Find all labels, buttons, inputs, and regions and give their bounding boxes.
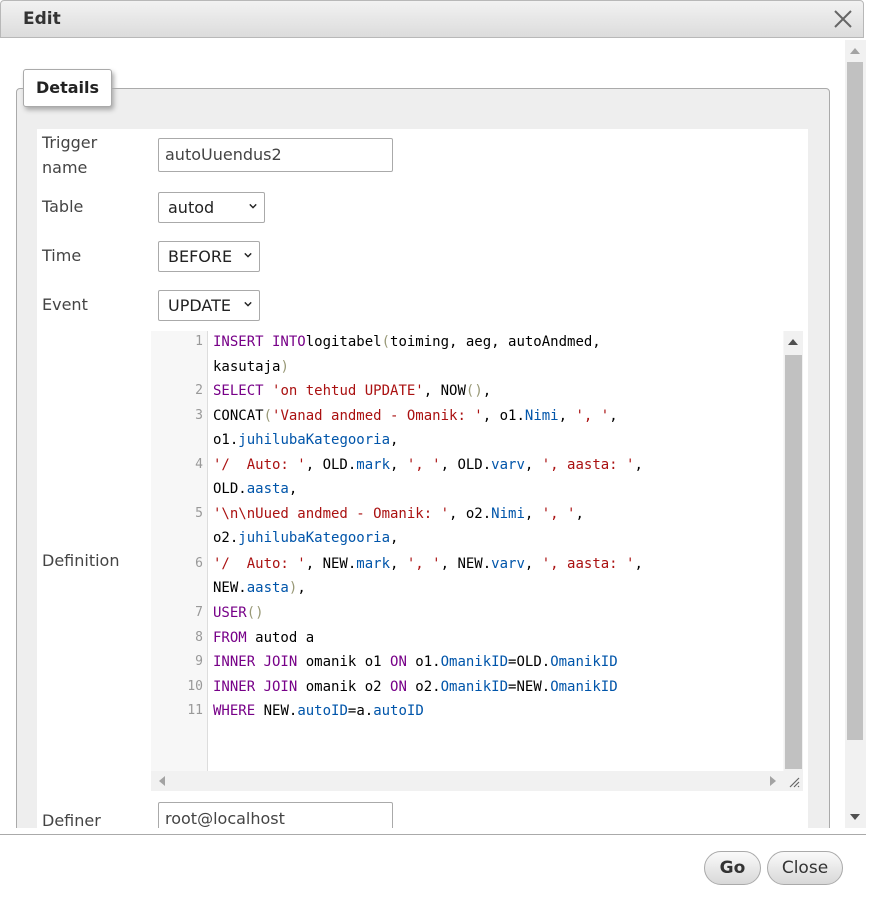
trigger-name-label: Trigger name (42, 130, 97, 180)
close-button[interactable]: Close (767, 851, 843, 885)
editor-vscroll-thumb[interactable] (785, 355, 802, 769)
line-number: 3 (195, 408, 203, 423)
table-select-value: autod (168, 198, 215, 217)
code-line: '\n\nUued andmed - Omanik: ', o2.Nimi, '… (213, 506, 584, 522)
details-legend: Details (23, 69, 112, 107)
trigger-name-label-line1: Trigger (42, 133, 98, 152)
line-number: 5 (195, 506, 203, 521)
code-line: NEW.aasta), (213, 580, 306, 596)
time-label: Time (42, 246, 82, 265)
table-select[interactable]: autod (158, 192, 265, 223)
code-line: INNER JOIN omanik o1 ON o1.OmanikID=OLD.… (213, 654, 618, 670)
dialog-footer: Go Close (0, 834, 866, 899)
definition-code-editor[interactable]: 1 2 3 4 5 6 7 8 9 10 11 INSERT INTOlogit… (151, 331, 803, 791)
definition-label: Definition (42, 551, 120, 570)
code-text-area[interactable]: INSERT INTOlogitabel(toiming, aeg, autoA… (208, 331, 783, 771)
code-line: WHERE NEW.autoID=a.autoID (213, 703, 424, 719)
definer-label: Definer (42, 811, 101, 828)
line-number: 10 (187, 679, 203, 694)
code-line: o2.juhilubaKategooria, (213, 530, 399, 546)
line-number: 9 (195, 654, 203, 669)
line-number: 4 (195, 457, 203, 472)
event-label: Event (42, 295, 88, 314)
line-number-gutter: 1 2 3 4 5 6 7 8 9 10 11 (151, 331, 208, 771)
editor-horizontal-scrollbar[interactable] (151, 771, 784, 791)
code-line: '/ Auto: ', OLD.mark, ', ', OLD.varv, ',… (213, 457, 643, 473)
line-number: 6 (195, 556, 203, 571)
dialog-vertical-scrollbar[interactable] (845, 40, 866, 828)
chevron-down-icon (244, 301, 252, 307)
dialog-vscroll-thumb[interactable] (847, 62, 863, 740)
scroll-right-arrow-icon[interactable] (770, 776, 776, 786)
code-line: o1.juhilubaKategooria, (213, 432, 399, 448)
table-label: Table (42, 197, 84, 216)
go-button[interactable]: Go (704, 851, 761, 885)
dialog-content: Details Trigger name autoUuendus2 Table … (0, 38, 845, 828)
line-number: 2 (195, 383, 203, 398)
editor-vertical-scrollbar[interactable] (784, 331, 803, 771)
code-line: INSERT INTOlogitabel(toiming, aeg, autoA… (213, 334, 601, 350)
code-line: SELECT 'on tehtud UPDATE', NOW(), (213, 383, 492, 399)
code-line: kasutaja) (213, 359, 289, 375)
time-select[interactable]: BEFORE (158, 241, 260, 272)
dialog-title: Edit (23, 9, 61, 29)
line-number: 11 (187, 703, 203, 718)
code-line: FROM autod a (213, 630, 315, 646)
line-number: 7 (195, 605, 203, 620)
trigger-name-label-line2: name (42, 158, 88, 177)
code-line: CONCAT('Vanad andmed - Omanik: ', o1.Nim… (213, 408, 618, 424)
code-line: OLD.aasta, (213, 481, 298, 497)
chevron-down-icon (244, 252, 252, 258)
resize-grip-icon[interactable] (784, 771, 803, 791)
scroll-down-arrow-icon[interactable] (850, 814, 860, 820)
trigger-name-input[interactable]: autoUuendus2 (158, 138, 393, 172)
chevron-down-icon (249, 203, 257, 209)
line-number: 1 (195, 334, 203, 349)
dialog-titlebar: Edit (0, 0, 864, 38)
code-line: INNER JOIN omanik o2 ON o2.OmanikID=NEW.… (213, 679, 618, 695)
event-select[interactable]: UPDATE (158, 290, 260, 321)
line-number: 8 (195, 630, 203, 645)
time-select-value: BEFORE (168, 247, 233, 266)
scroll-up-arrow-icon[interactable] (850, 48, 860, 54)
close-x-icon[interactable] (831, 7, 855, 31)
event-select-value: UPDATE (168, 296, 231, 315)
definer-input[interactable]: root@localhost (158, 802, 393, 828)
code-line: USER() (213, 605, 264, 621)
scroll-up-arrow-icon[interactable] (788, 339, 798, 345)
code-line: '/ Auto: ', NEW.mark, ', ', NEW.varv, ',… (213, 556, 643, 572)
scroll-left-arrow-icon[interactable] (159, 776, 165, 786)
